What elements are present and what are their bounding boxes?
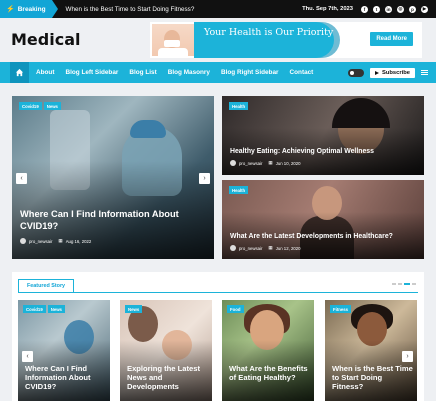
hero-side-post[interactable]: Health What Are the Latest Developments …	[222, 180, 424, 259]
post-author[interactable]: pro_newsair	[29, 239, 52, 244]
post-tags: Health	[229, 102, 249, 110]
tag-covid19[interactable]: Covid19	[19, 102, 42, 110]
facebook-icon[interactable]: f	[361, 5, 368, 13]
featured-story-heading: Featured Story	[18, 279, 75, 292]
dark-mode-toggle[interactable]	[347, 68, 364, 77]
site-header: Medical Your Health is Our Priority Read…	[0, 18, 436, 62]
subscribe-button[interactable]: Subscribe	[369, 67, 415, 78]
post-tags: Covid19 News	[23, 305, 65, 313]
author-avatar	[230, 245, 236, 251]
slider-prev-arrow[interactable]: ‹	[16, 173, 27, 184]
slider-next-arrow[interactable]: ›	[199, 173, 210, 184]
post-tags: Health	[229, 186, 249, 194]
post-title[interactable]: What Are the Latest Developments in Heal…	[230, 233, 420, 240]
breaking-news-label: ⚡ Breaking	[0, 0, 58, 18]
author-avatar	[20, 238, 26, 244]
featured-card-title[interactable]: Where Can I Find Information About CVID1…	[25, 364, 107, 391]
play-icon	[374, 70, 379, 75]
tag-news[interactable]: News	[47, 305, 65, 313]
post-author[interactable]: pro_newsair	[239, 161, 262, 166]
featured-story-section: Featured Story Covid19 News ‹ Where Can …	[12, 272, 424, 401]
hero-side-post[interactable]: Health Healthy Eating: Achieving Optimal…	[222, 96, 424, 175]
post-author[interactable]: pro_newsair	[239, 246, 262, 251]
twitter-icon[interactable]: t	[373, 5, 380, 13]
nav-right: Subscribe	[347, 62, 428, 83]
featured-card[interactable]: Fitness › When is the Best Time to Start…	[325, 300, 417, 401]
tag-food[interactable]: Food	[227, 305, 244, 313]
lightning-icon: ⚡	[6, 6, 15, 13]
featured-card-title[interactable]: What Are the Benefits of Eating Healthy?	[229, 364, 311, 382]
featured-card-title[interactable]: When is the Best Time to Start Doing Fit…	[332, 364, 414, 391]
tag-fitness[interactable]: Fitness	[330, 305, 352, 313]
calendar-icon: ▦	[58, 238, 63, 243]
breaking-label-text: Breaking	[17, 5, 46, 13]
subscribe-label: Subscribe	[381, 69, 410, 76]
carousel-next-arrow[interactable]: ›	[402, 351, 413, 362]
read-more-button[interactable]: Read More	[370, 32, 413, 46]
post-title[interactable]: Healthy Eating: Achieving Optimal Wellne…	[230, 148, 420, 155]
author-avatar	[230, 160, 236, 166]
nav-item-contact[interactable]: Contact	[290, 69, 314, 76]
nav-item-blog-list[interactable]: Blog List	[129, 69, 156, 76]
doctor-image	[152, 24, 194, 58]
header-ad-banner[interactable]: Your Health is Our Priority Read More	[150, 22, 422, 58]
current-date: Thu. Sep 7th, 2023	[302, 6, 353, 12]
tag-covid19[interactable]: Covid19	[23, 305, 46, 313]
instagram-icon[interactable]: ◎	[397, 5, 404, 13]
section-divider	[18, 292, 418, 293]
post-tags: Covid19 News	[19, 102, 61, 110]
pinterest-icon[interactable]: p	[409, 5, 416, 13]
nav-item-about[interactable]: About	[36, 69, 54, 76]
calendar-icon: ▦	[268, 160, 273, 165]
nav-item-blog-masonry[interactable]: Blog Masonry	[168, 69, 210, 76]
top-bar-right: Thu. Sep 7th, 2023 f t in ◎ p ▶	[302, 0, 428, 18]
nav-item-blog-right-sidebar[interactable]: Blog Right Sidebar	[221, 69, 279, 76]
tag-news[interactable]: News	[43, 102, 61, 110]
youtube-icon[interactable]: ▶	[421, 5, 428, 13]
post-tags: Food	[227, 305, 244, 313]
post-meta: pro_newsair ▦ Jun 12, 2020	[230, 245, 301, 251]
tag-health[interactable]: Health	[229, 186, 249, 194]
featured-card[interactable]: Covid19 News ‹ Where Can I Find Informat…	[18, 300, 110, 401]
post-date: Jun 12, 2020	[275, 245, 301, 251]
home-icon[interactable]	[10, 62, 29, 83]
featured-card-title[interactable]: Exploring the Latest News and Developmen…	[127, 364, 209, 391]
site-logo[interactable]: Medical	[11, 30, 80, 49]
top-bar: ⚡ Breaking When is the Best Time to Star…	[0, 0, 436, 18]
hero-main-post[interactable]: Covid19 News ‹ › Where Can I Find Inform…	[12, 96, 214, 259]
linkedin-icon[interactable]: in	[385, 5, 392, 13]
featured-card[interactable]: News Exploring the Latest News and Devel…	[120, 300, 212, 401]
banner-headline: Your Health is Our Priority	[204, 27, 334, 38]
post-tags: News	[125, 305, 143, 313]
post-date: Aug 16, 2022	[65, 238, 92, 244]
carousel-prev-arrow[interactable]: ‹	[22, 351, 33, 362]
nav-item-blog-left-sidebar[interactable]: Blog Left Sidebar	[65, 69, 118, 76]
nav-menu: About Blog Left Sidebar Blog List Blog M…	[36, 69, 313, 76]
hamburger-menu-icon[interactable]	[421, 69, 428, 76]
featured-card[interactable]: Food What Are the Benefits of Eating Hea…	[222, 300, 314, 401]
post-title[interactable]: Where Can I Find Information About CVID1…	[20, 209, 200, 232]
carousel-dots[interactable]	[392, 283, 416, 285]
post-meta: pro_newsair ▦ Aug 16, 2022	[20, 238, 91, 244]
tag-news[interactable]: News	[125, 305, 143, 313]
post-tags: Fitness	[330, 305, 352, 313]
main-navigation: About Blog Left Sidebar Blog List Blog M…	[0, 62, 436, 83]
calendar-icon: ▦	[268, 245, 273, 250]
post-meta: pro_newsair ▦ Jun 10, 2020	[230, 160, 301, 166]
post-date: Jun 10, 2020	[275, 160, 301, 166]
news-ticker-link[interactable]: When is the Best Time to Start Doing Fit…	[66, 6, 195, 13]
tag-health[interactable]: Health	[229, 102, 249, 110]
